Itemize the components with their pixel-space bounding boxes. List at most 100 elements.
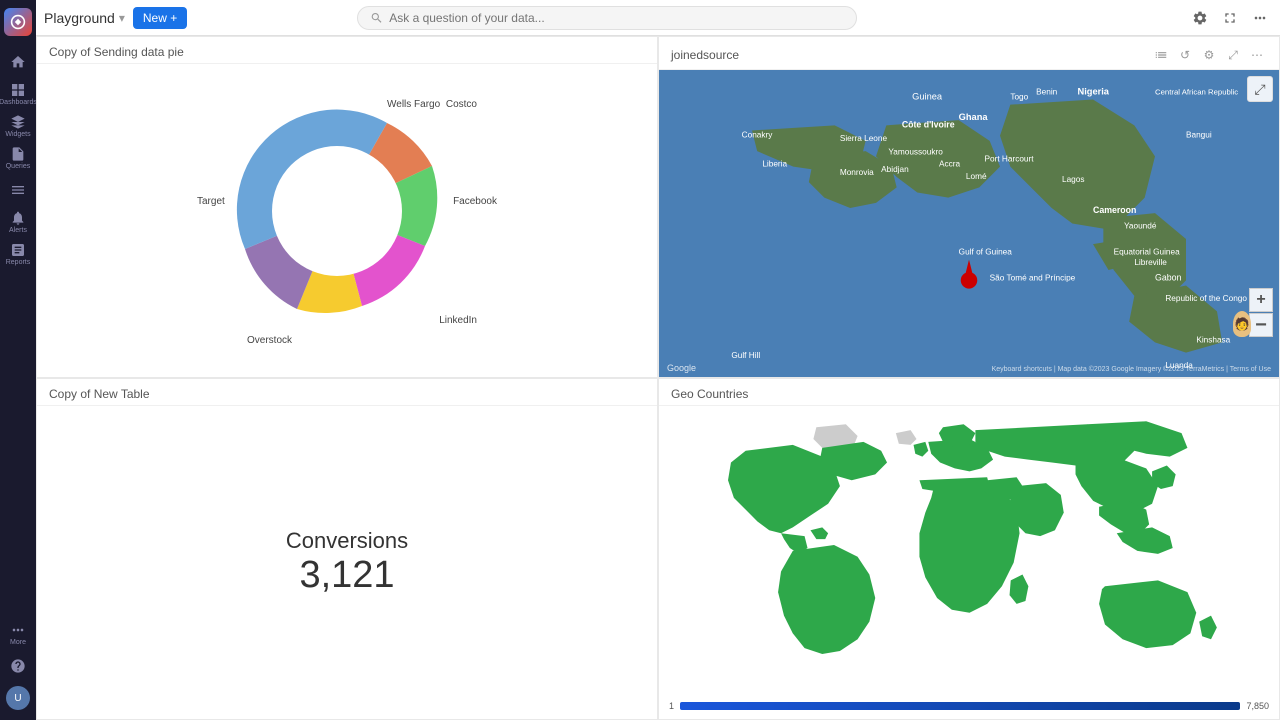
sidebar-item-vis[interactable] — [4, 176, 32, 204]
geo-panel-title: Geo Countries — [671, 387, 748, 401]
google-logo: Google — [667, 363, 696, 373]
svg-text:Nigeria: Nigeria — [1078, 86, 1110, 96]
svg-text:Equatorial Guinea: Equatorial Guinea — [1114, 248, 1180, 257]
svg-text:Accra: Accra — [939, 160, 961, 169]
svg-text:Libreville: Libreville — [1134, 258, 1167, 267]
topbar: Playground ▾ New + — [36, 0, 1280, 36]
metric-panel-content: Conversions 3,121 — [37, 406, 657, 719]
fullscreen-icon[interactable] — [1218, 6, 1242, 30]
new-button[interactable]: New + — [133, 7, 187, 29]
sidebar-item-reports[interactable]: Reports — [4, 240, 32, 268]
map-refresh-icon[interactable]: ↺ — [1175, 45, 1195, 65]
svg-text:Guinea: Guinea — [912, 92, 943, 102]
map-panel-header: joinedsource ↺ ⚙ ⤢ ⋯ — [659, 37, 1279, 70]
topbar-title-area: Playground ▾ — [44, 10, 125, 26]
geo-panel: Geo Countries — [658, 378, 1280, 720]
metric-label-text: Conversions — [286, 528, 408, 554]
world-map-svg — [675, 414, 1264, 711]
search-icon — [370, 11, 383, 25]
label-linkedin: LinkedIn — [439, 315, 477, 326]
svg-text:Kinshasa: Kinshasa — [1196, 335, 1230, 344]
svg-text:Monrovia: Monrovia — [840, 168, 874, 177]
sidebar-logo[interactable] — [4, 8, 32, 36]
sidebar-item-queries[interactable]: Queries — [4, 144, 32, 172]
sidebar-item-alerts[interactable]: Alerts — [4, 208, 32, 236]
pie-chart-panel: Copy of Sending data pie — [36, 36, 658, 378]
svg-text:Abidjan: Abidjan — [881, 165, 909, 174]
sidebar-item-reports-label: Reports — [6, 259, 31, 266]
map-chart-icon[interactable] — [1151, 45, 1171, 65]
svg-text:Port Harcourt: Port Harcourt — [985, 155, 1035, 164]
sidebar-item-help[interactable] — [4, 652, 32, 680]
geo-panel-header: Geo Countries — [659, 379, 1279, 406]
settings-icon[interactable] — [1188, 6, 1212, 30]
map-settings-icon[interactable]: ⚙ — [1199, 45, 1219, 65]
svg-text:Benin: Benin — [1036, 87, 1058, 96]
main-area: Playground ▾ New + Copy of Sending data … — [36, 0, 1280, 720]
donut-chart: Wells Fargo Costco Facebook LinkedIn Ove… — [207, 81, 487, 361]
pie-panel-content: Wells Fargo Costco Facebook LinkedIn Ove… — [37, 64, 657, 377]
map-terms: Keyboard shortcuts | Map data ©2023 Goog… — [992, 366, 1271, 373]
donut-svg — [207, 81, 467, 341]
label-target: Target — [197, 196, 225, 207]
svg-text:Cameroon: Cameroon — [1093, 205, 1136, 215]
svg-text:São Tomé and Príncipe: São Tomé and Príncipe — [990, 273, 1076, 282]
label-overstock: Overstock — [247, 335, 292, 346]
chevron-down-icon[interactable]: ▾ — [119, 11, 125, 25]
sidebar-item-dashboards[interactable]: Dashboards — [4, 80, 32, 108]
search-input[interactable] — [389, 11, 844, 25]
svg-text:Lagos: Lagos — [1062, 175, 1084, 184]
svg-text:Bangui: Bangui — [1186, 131, 1212, 140]
label-facebook: Facebook — [453, 196, 497, 207]
svg-text:Yaoundé: Yaoundé — [1124, 222, 1157, 231]
sidebar: Dashboards Widgets Queries Alerts Report… — [0, 0, 36, 720]
label-costco: Costco — [446, 99, 477, 110]
svg-text:Liberia: Liberia — [762, 160, 787, 169]
page-title: Playground — [44, 10, 115, 26]
svg-text:Gabon: Gabon — [1155, 272, 1181, 282]
map-expand-icon[interactable]: ⤢ — [1223, 45, 1243, 65]
map-header-actions: ↺ ⚙ ⤢ ⋯ — [1151, 45, 1267, 65]
map-zoom-out-button[interactable]: − — [1249, 313, 1273, 337]
map-fullscreen-button[interactable]: ⤢ — [1247, 76, 1273, 102]
svg-text:Central African Republic: Central African Republic — [1155, 87, 1238, 96]
sidebar-item-widgets-label: Widgets — [5, 131, 30, 138]
svg-text:Gulf of Guinea: Gulf of Guinea — [959, 248, 1013, 257]
pie-panel-header: Copy of Sending data pie — [37, 37, 657, 64]
label-wells-fargo: Wells Fargo — [387, 99, 440, 110]
metric-value-text: 3,121 — [299, 554, 394, 597]
user-avatar[interactable]: U — [4, 684, 32, 712]
legend-max-label: 7,850 — [1246, 701, 1269, 711]
search-bar[interactable] — [357, 6, 857, 30]
world-map — [659, 406, 1279, 719]
sidebar-item-more[interactable]: More — [4, 620, 32, 648]
map-panel-title: joinedsource — [671, 48, 739, 62]
avatar-circle: U — [6, 686, 30, 710]
map-panel-content[interactable]: Guinea Liberia Sierra Leone Conakry Monr… — [659, 70, 1279, 377]
map-zoom-in-button[interactable]: + — [1249, 288, 1273, 312]
svg-text:Ghana: Ghana — [959, 112, 989, 122]
legend-min-label: 1 — [669, 701, 674, 711]
sidebar-item-alerts-label: Alerts — [9, 227, 27, 234]
pie-panel-title: Copy of Sending data pie — [49, 45, 184, 59]
map-background[interactable]: Guinea Liberia Sierra Leone Conakry Monr… — [659, 70, 1279, 377]
sidebar-item-dashboards-label: Dashboards — [0, 99, 37, 106]
svg-text:Conakry: Conakry — [742, 131, 774, 140]
sidebar-item-widgets[interactable]: Widgets — [4, 112, 32, 140]
svg-text:Sierra Leone: Sierra Leone — [840, 134, 888, 143]
dashboard-grid: Copy of Sending data pie — [36, 36, 1280, 720]
svg-text:Gulf Hill: Gulf Hill — [731, 351, 760, 360]
sidebar-item-queries-label: Queries — [6, 163, 31, 170]
more-options-icon[interactable] — [1248, 6, 1272, 30]
map-pegman: 🧑 — [1233, 311, 1251, 337]
svg-text:Republic of the Congo: Republic of the Congo — [1165, 294, 1247, 303]
sidebar-item-home[interactable] — [4, 48, 32, 76]
map-panel: joinedsource ↺ ⚙ ⤢ ⋯ — [658, 36, 1280, 378]
svg-text:Côte d'Ivoire: Côte d'Ivoire — [902, 119, 955, 129]
geo-panel-content: 1 7,850 — [659, 406, 1279, 719]
metric-panel: Copy of New Table Conversions 3,121 — [36, 378, 658, 720]
svg-text:Lomé: Lomé — [966, 172, 987, 181]
map-more-icon[interactable]: ⋯ — [1247, 45, 1267, 65]
metric-panel-header: Copy of New Table — [37, 379, 657, 406]
sidebar-item-more-label: More — [10, 639, 26, 646]
